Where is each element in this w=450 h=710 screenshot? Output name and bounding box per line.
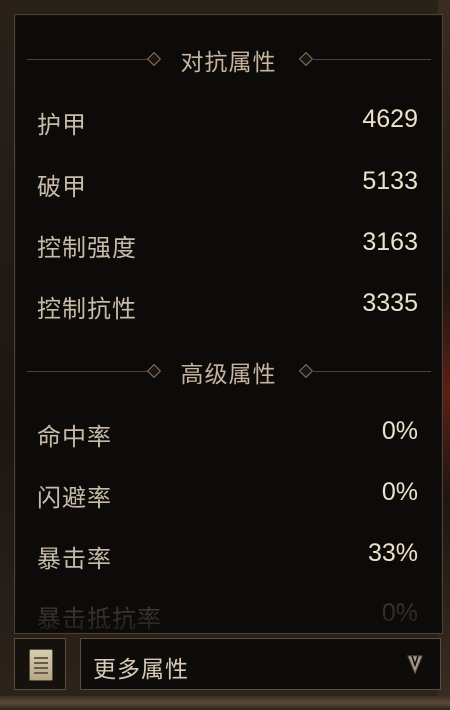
stat-row-control-strength: 控制强度 3163 [15, 224, 442, 264]
stat-row-armor: 护甲 4629 [15, 101, 442, 141]
scroll-button[interactable] [14, 638, 66, 690]
stat-value: 3163 [362, 228, 418, 256]
stat-value: 4629 [362, 105, 418, 133]
stat-value: 33% [367, 539, 418, 567]
stat-row-control-resistance: 控制抗性 3335 [15, 285, 442, 325]
stat-row-crit-rate: 暴击率 33% [15, 535, 442, 575]
stat-value: 0% [381, 417, 418, 445]
divider-line [311, 59, 431, 60]
stat-label: 破甲 [37, 173, 87, 201]
game-screen: 对抗属性 护甲 4629 破甲 5133 控制强度 3163 控制抗性 3335… [0, 0, 450, 710]
bottom-frame [0, 696, 450, 710]
stat-row-dodge-rate: 闪避率 0% [15, 474, 442, 514]
stat-label: 暴击抵抗率 [37, 605, 162, 633]
stat-label: 护甲 [37, 111, 87, 139]
stat-label: 控制强度 [37, 234, 137, 262]
section-header-combat: 对抗属性 [15, 39, 442, 79]
more-attributes-dropdown[interactable]: 更多属性 [80, 638, 441, 690]
stat-label: 闪避率 [37, 484, 112, 512]
stat-row-armor-penetration: 破甲 5133 [15, 163, 442, 203]
stat-label: 暴击率 [37, 545, 112, 573]
divider-line [311, 371, 431, 372]
bottom-bar: 更多属性 [14, 638, 441, 690]
stat-row-crit-resist-rate: 暴击抵抗率 0% [15, 595, 442, 633]
scroll-icon [29, 649, 53, 681]
attributes-panel[interactable]: 对抗属性 护甲 4629 破甲 5133 控制强度 3163 控制抗性 3335… [14, 14, 443, 634]
chevron-down-icon [407, 655, 423, 675]
stat-row-hit-rate: 命中率 0% [15, 413, 442, 453]
stat-value: 0% [381, 599, 418, 627]
stat-label: 命中率 [37, 423, 112, 451]
section-header-advanced: 高级属性 [15, 351, 442, 391]
stat-value: 5133 [362, 167, 418, 195]
stat-value: 3335 [362, 289, 418, 317]
dropdown-label: 更多属性 [93, 657, 189, 683]
section-title: 对抗属性 [180, 50, 277, 76]
stat-value: 0% [381, 478, 418, 506]
stat-label: 控制抗性 [37, 295, 137, 323]
section-title: 高级属性 [180, 362, 277, 388]
